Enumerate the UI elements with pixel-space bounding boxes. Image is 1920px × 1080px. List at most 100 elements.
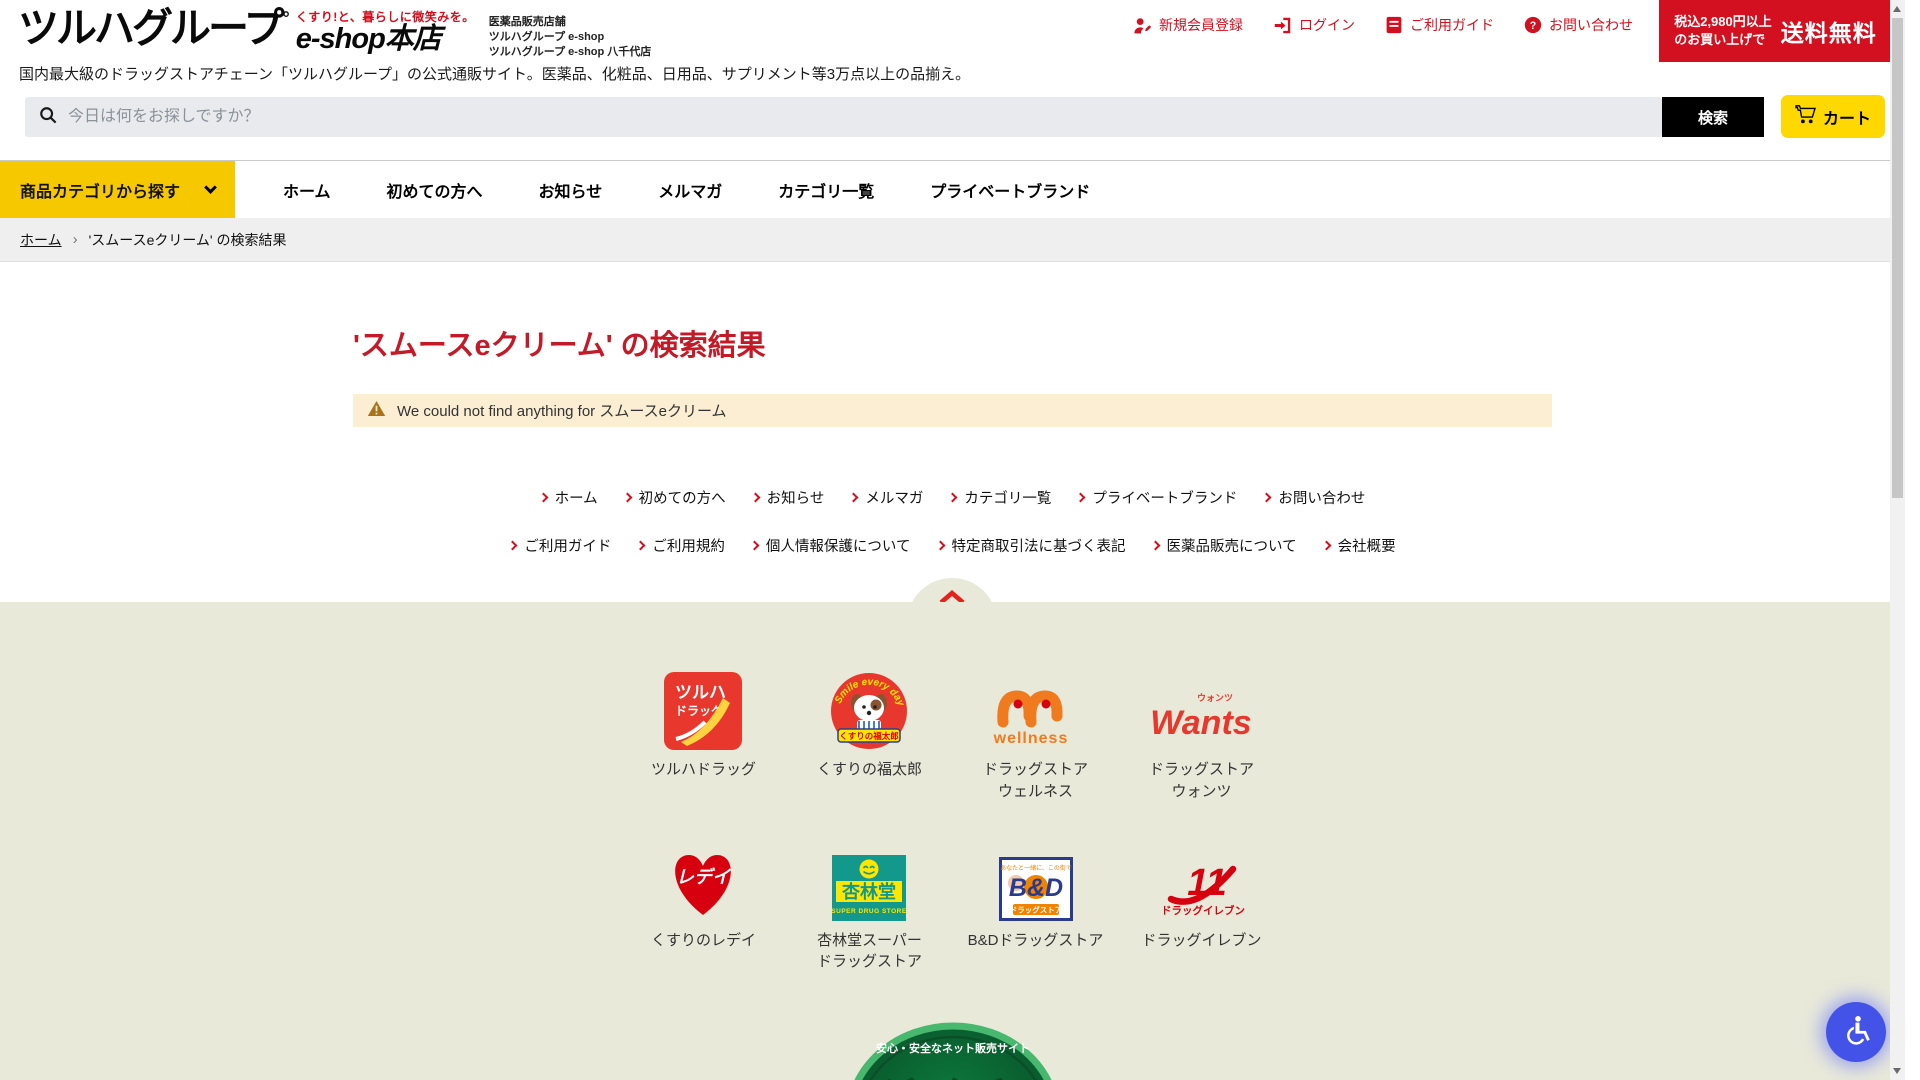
category-menu-button[interactable]: 商品カテゴリから探す [0, 161, 235, 219]
svg-text:B&D: B&D [1008, 874, 1062, 902]
logo-brand-text: ツルハグループ [18, 6, 282, 51]
footer-links-row-1: ホーム 初めての方へ お知らせ メルマガ カテゴリ一覧 プライベートブランド お… [0, 487, 1905, 508]
chevron-right-icon [1321, 541, 1331, 551]
svg-text:ドラッグストア: ドラッグストア [1009, 904, 1062, 914]
header-utility-links: 新規会員登録 ログイン ご利用ガイド ? お問い合わせ [1133, 15, 1633, 35]
cart-label: カート [1823, 105, 1871, 129]
store-lady[interactable]: レデイ くすりのレデイ [651, 837, 756, 974]
nav-item-home[interactable]: ホーム [283, 178, 331, 202]
register-link[interactable]: 新規会員登録 [1133, 15, 1243, 35]
chevron-right-icon [1262, 493, 1272, 503]
footer-link-home[interactable]: ホーム [540, 487, 598, 508]
chevron-right-icon [935, 541, 945, 551]
store-label: ツルハドラッグ [651, 759, 756, 781]
search-input[interactable] [68, 108, 1662, 126]
user-plus-icon [1133, 17, 1152, 34]
store-fukutaro[interactable]: Smile every day! くすりの福太郎 くすりの福 [817, 666, 922, 803]
search-box [25, 97, 1662, 137]
store-wellness[interactable]: wellness ドラッグストアウェルネス [983, 666, 1088, 803]
store-label: 杏林堂スーパードラッグストア [817, 930, 922, 974]
store-wants[interactable]: ウォンツ Wants ドラッグストアウォンツ [1149, 666, 1254, 803]
scrollbar-thumb[interactable] [1892, 18, 1903, 498]
svg-text:杏林堂: 杏林堂 [842, 881, 896, 902]
guide-link[interactable]: ご利用ガイド [1385, 15, 1494, 35]
svg-text:適合店: 適合店 [884, 1076, 1022, 1080]
chevron-right-icon [508, 541, 518, 551]
logo-store-info: 医薬品販売店舗 ツルハグループ e-shop ツルハグループ e-shop 八千… [489, 15, 652, 60]
site-footer-stores: ツルハ ドラッグ ツルハドラッグ Smile every day! [0, 602, 1905, 1080]
certification-badge[interactable]: 安心・安全なネット販売サイト 適合店 [847, 1018, 1059, 1080]
store-tsuruha-drug[interactable]: ツルハ ドラッグ ツルハドラッグ [651, 666, 756, 803]
free-shipping-banner: 税込2,980円以上 のお買い上げで 送料無料 [1659, 0, 1892, 62]
chevron-right-icon [849, 493, 859, 503]
footer-links: ホーム 初めての方へ お知らせ メルマガ カテゴリ一覧 プライベートブランド お… [0, 487, 1905, 583]
fukutaro-logo: Smile every day! くすりの福太郎 [830, 666, 908, 750]
nav-item-first-time[interactable]: 初めての方へ [387, 178, 483, 202]
contact-label: お問い合わせ [1549, 15, 1633, 35]
svg-text:ドラッグイレブン: ドラッグイレブン [1161, 904, 1245, 917]
chevron-right-icon [1150, 541, 1160, 551]
search-row: 検索 カート [25, 97, 1885, 141]
svg-text:ウォンツ: ウォンツ [1197, 693, 1233, 703]
footer-link-guide[interactable]: ご利用ガイド [509, 535, 611, 556]
breadcrumb-separator: › [73, 231, 78, 248]
nav-item-news[interactable]: お知らせ [539, 178, 603, 202]
svg-text:?: ? [1530, 20, 1537, 32]
footer-link-news[interactable]: お知らせ [752, 487, 825, 508]
footer-link-privacy[interactable]: 個人情報保護について [751, 535, 911, 556]
store-label: くすりのレデイ [651, 930, 756, 952]
store-label: ドラッグストアウェルネス [983, 759, 1088, 803]
svg-text:レデイ: レデイ [676, 867, 732, 887]
site-description: 国内最大級のドラッグストアチェーン「ツルハグループ」の公式通販サイト。医薬品、化… [19, 63, 970, 84]
chevron-right-icon [636, 541, 646, 551]
store-kyorindo[interactable]: 杏林堂 SUPER DRUG STORE 杏林堂スーパードラッグストア [817, 837, 922, 974]
tsuruha-drug-logo: ツルハ ドラッグ [664, 666, 742, 750]
footer-link-first-time[interactable]: 初めての方へ [624, 487, 726, 508]
scrollbar-up-arrow[interactable] [1893, 6, 1901, 12]
nav-item-category-list[interactable]: カテゴリ一覧 [778, 178, 874, 202]
store-bd-drug[interactable]: あなたと一緒に、この街で B&D ドラッグストア B&Dドラッグストア [968, 837, 1104, 974]
contact-link[interactable]: ? お問い合わせ [1524, 15, 1633, 35]
footer-link-contact[interactable]: お問い合わせ [1263, 487, 1365, 508]
footer-link-commerce-law[interactable]: 特定商取引法に基づく表記 [937, 535, 1126, 556]
footer-link-private-brand[interactable]: プライベートブランド [1077, 487, 1237, 508]
nav-item-private-brand[interactable]: プライベートブランド [930, 178, 1090, 202]
lady-heart-logo: レデイ [661, 837, 745, 921]
login-link[interactable]: ログイン [1273, 15, 1355, 35]
store-drug-eleven[interactable]: 11 ドラッグイレブン ドラッグイレブン [1141, 837, 1261, 974]
warning-triangle-icon [367, 400, 386, 421]
breadcrumb-home-link[interactable]: ホーム [20, 230, 62, 250]
svg-text:ツルハ: ツルハ [675, 683, 726, 702]
footer-link-company[interactable]: 会社概要 [1323, 535, 1396, 556]
store-label: ドラッグイレブン [1141, 930, 1261, 952]
kyorindo-logo: 杏林堂 SUPER DRUG STORE [832, 837, 906, 921]
accessibility-button[interactable] [1826, 1002, 1886, 1062]
chevron-right-icon [538, 493, 548, 503]
wheelchair-icon [1840, 1014, 1872, 1051]
page: ツルハグループ ° くすり!と、暮らしに微笑みを。 e-shop本店 医薬品販売… [0, 0, 1905, 1080]
chevron-right-icon [749, 541, 759, 551]
chevron-down-icon [204, 181, 217, 194]
site-logo[interactable]: ツルハグループ ° くすり!と、暮らしに微笑みを。 e-shop本店 医薬品販売… [18, 6, 651, 60]
wants-logo: ウォンツ Wants [1149, 666, 1253, 750]
footer-link-terms[interactable]: ご利用規約 [637, 535, 725, 556]
chevron-right-icon [948, 493, 958, 503]
breadcrumb-current: 'スムースeクリーム' の検索結果 [89, 230, 287, 250]
footer-link-category-list[interactable]: カテゴリ一覧 [949, 487, 1051, 508]
cart-icon [1795, 105, 1816, 129]
cart-button[interactable]: カート [1781, 95, 1885, 138]
login-arrow-icon [1273, 17, 1292, 34]
scrollbar-down-arrow[interactable] [1893, 1068, 1901, 1074]
search-button[interactable]: 検索 [1662, 97, 1764, 137]
nav-item-mailmag[interactable]: メルマガ [658, 178, 722, 202]
store-label: B&Dドラッグストア [968, 930, 1104, 952]
footer-link-pharma-sales[interactable]: 医薬品販売について [1152, 535, 1297, 556]
footer-link-mailmag[interactable]: メルマガ [850, 487, 923, 508]
guide-label: ご利用ガイド [1410, 15, 1494, 35]
store-label: くすりの福太郎 [817, 759, 922, 781]
main-nav: 商品カテゴリから探す ホーム 初めての方へ お知らせ メルマガ カテゴリ一覧 プ… [0, 160, 1905, 218]
chevron-right-icon [1076, 493, 1086, 503]
scrollbar[interactable] [1890, 0, 1905, 1080]
warning-text: We could not find anything for スムースeクリーム [397, 400, 727, 421]
breadcrumb: ホーム › 'スムースeクリーム' の検索結果 [0, 218, 1905, 262]
